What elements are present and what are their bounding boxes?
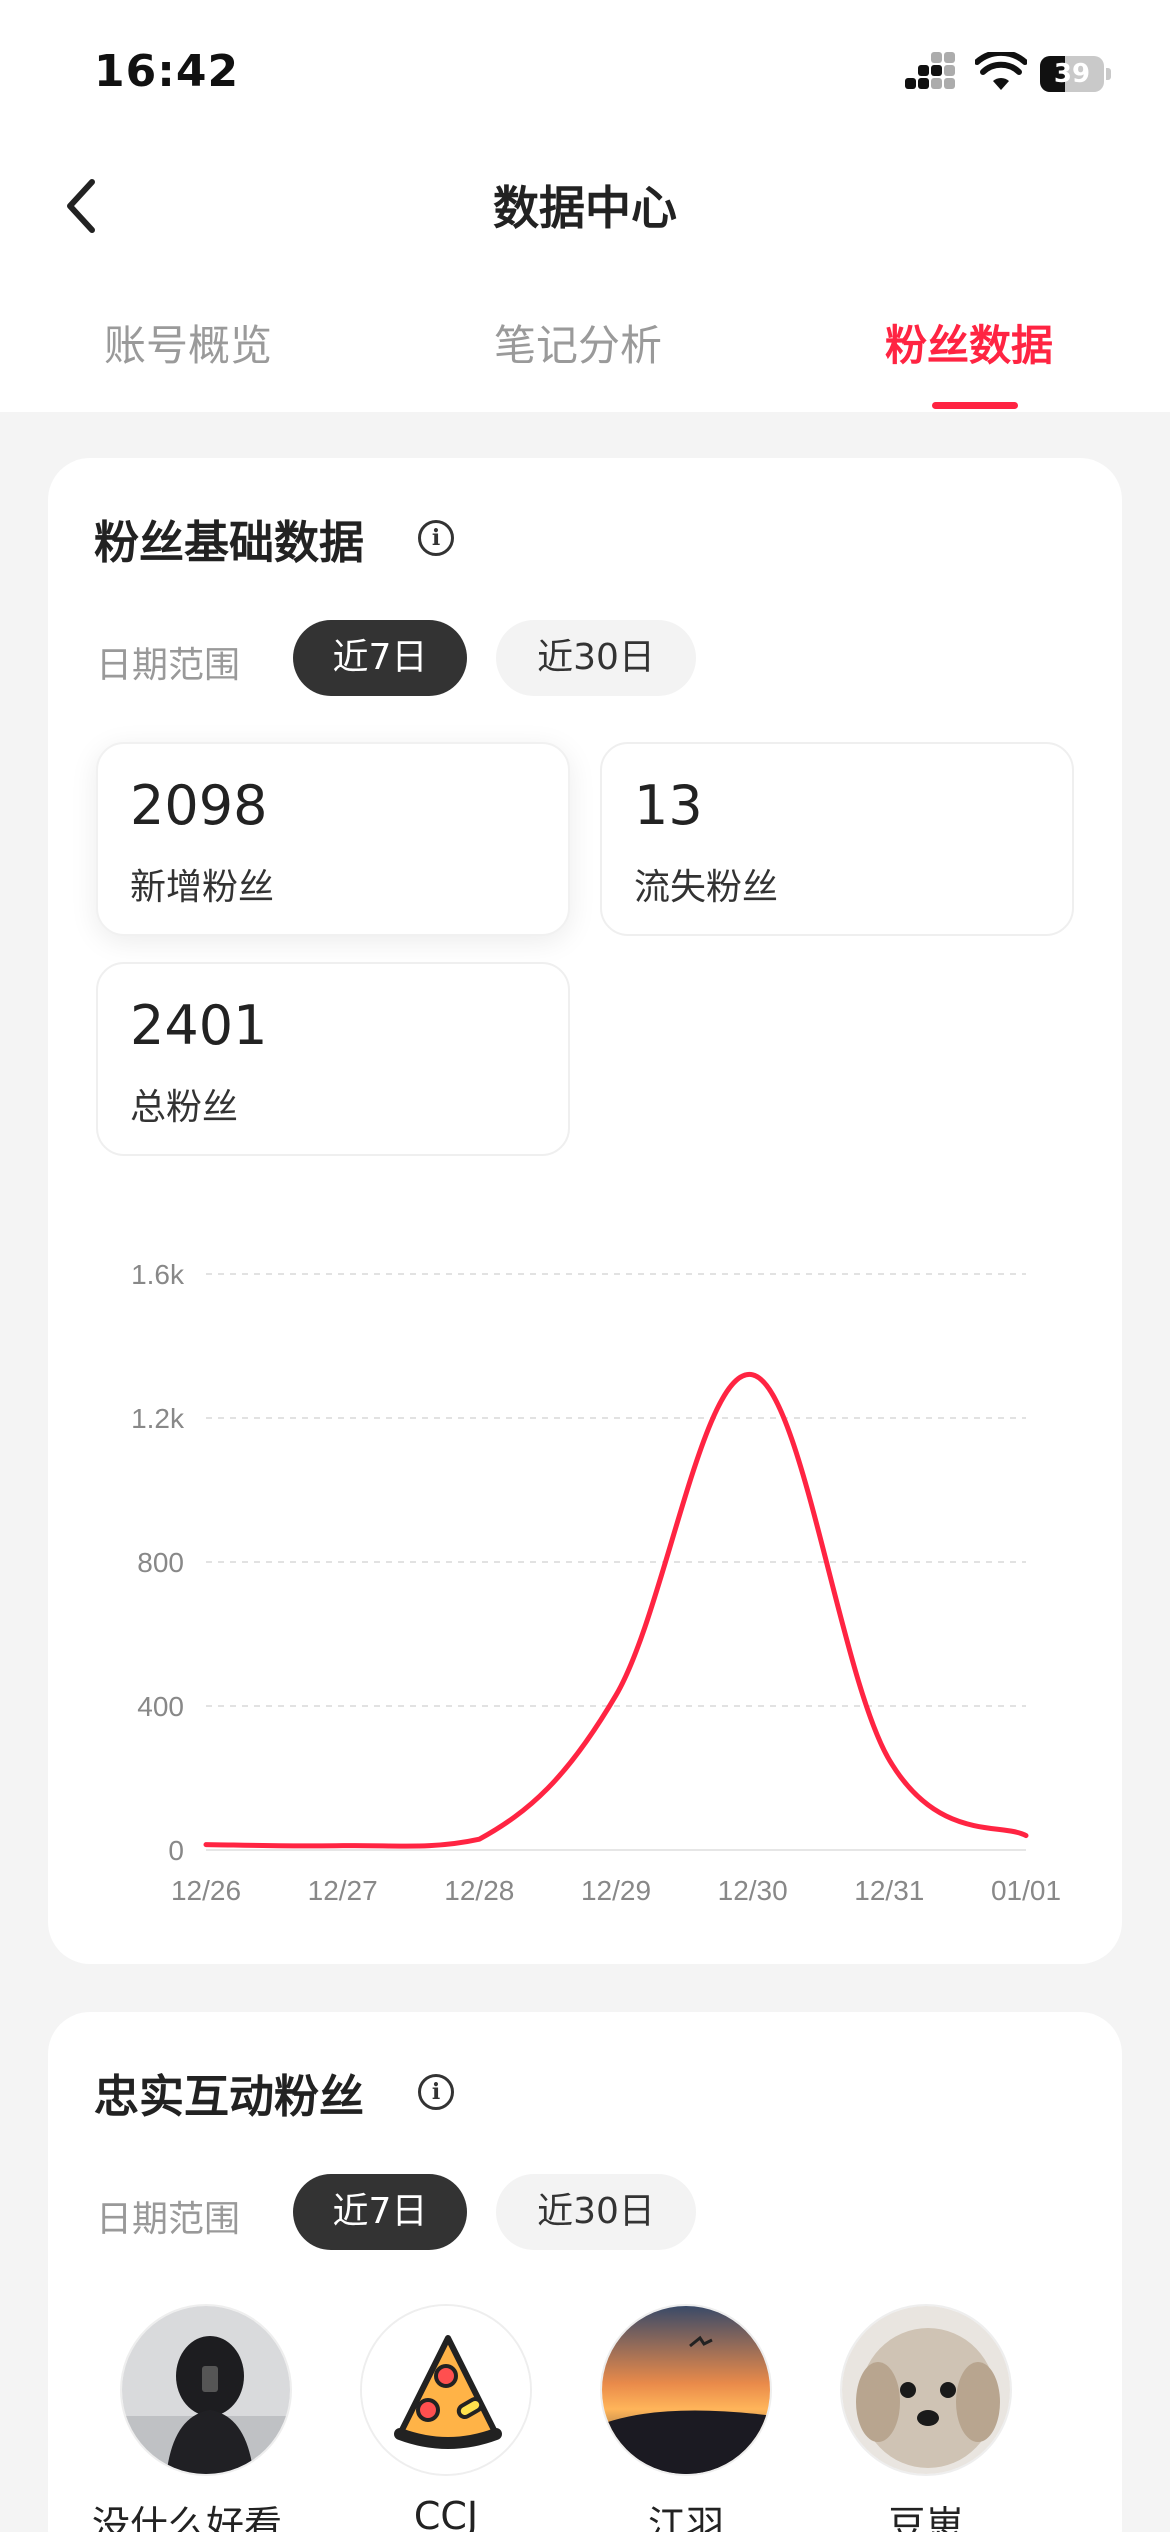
fan-item[interactable]: CCJ xyxy=(360,2304,532,2532)
fan-name: 没什么好看… xyxy=(91,2503,320,2532)
y-tick-label: 1.6k xyxy=(131,1259,185,1290)
avatar xyxy=(840,2304,1012,2476)
avatar xyxy=(120,2304,292,2476)
x-tick-label: 12/26 xyxy=(171,1875,241,1906)
sunset-photo-avatar-icon xyxy=(602,2306,770,2474)
y-tick-label: 0 xyxy=(168,1835,184,1866)
range-7-days-button[interactable]: 近7日 xyxy=(293,2174,467,2250)
x-tick-label: 12/28 xyxy=(444,1875,514,1906)
puppy-photo-avatar-icon xyxy=(842,2306,1010,2474)
active-tab-indicator xyxy=(932,402,1018,409)
header-area: 16:42 39 数据中心 账号概览 笔记分析 粉丝数据 xyxy=(0,0,1170,412)
battery-icon: 39 xyxy=(1040,56,1112,92)
fan-name: 豆崽 xyxy=(887,2503,964,2532)
fan-basic-data-card: 粉丝基础数据 i 日期范围 近7日 近30日 2098 新增粉丝 13 流失粉丝… xyxy=(48,458,1122,1964)
avatar xyxy=(360,2304,532,2476)
wifi-icon xyxy=(975,52,1027,90)
x-tick-label: 12/29 xyxy=(581,1875,651,1906)
avatar xyxy=(600,2304,772,2476)
date-range-label: 日期范围 xyxy=(96,2199,241,2240)
x-tick-label: 01/01 xyxy=(991,1875,1061,1906)
y-tick-label: 1.2k xyxy=(131,1403,185,1434)
series-line xyxy=(203,1372,1029,1849)
x-tick-label: 12/30 xyxy=(718,1875,788,1906)
fan-trend-line-chart: 0 400 800 1.2k 1.6k 12/26 12/27 12/28 12/29 12/30… xyxy=(131,1259,1061,1906)
cellular-signal-icon xyxy=(905,52,955,94)
fan-item[interactable]: 江羽 xyxy=(600,2304,772,2532)
battery-level: 39 xyxy=(1053,59,1091,89)
tab-fan-data[interactable]: 粉丝数据 xyxy=(885,312,1053,373)
fan-name: 江羽 xyxy=(647,2503,724,2532)
y-tick-label: 400 xyxy=(137,1691,184,1722)
pizza-icon xyxy=(362,2306,530,2474)
tab-note-analysis[interactable]: 笔记分析 xyxy=(494,312,662,373)
status-time: 16:42 xyxy=(94,46,240,97)
card-title: 忠实互动粉丝 xyxy=(94,2070,365,2123)
girl-photo-avatar-icon xyxy=(122,2306,290,2474)
y-tick-label: 800 xyxy=(137,1547,184,1578)
fan-item[interactable]: 没什么好看… xyxy=(92,2304,320,2532)
info-icon[interactable]: i xyxy=(418,2074,454,2110)
x-tick-label: 12/27 xyxy=(308,1875,378,1906)
fan-name: CCJ xyxy=(413,2494,479,2532)
page-title: 数据中心 xyxy=(493,181,677,235)
x-tick-label: 12/31 xyxy=(854,1875,924,1906)
range-30-days-button[interactable]: 近30日 xyxy=(496,2174,696,2250)
tab-account-overview[interactable]: 账号概览 xyxy=(104,312,272,373)
fan-item[interactable]: 豆崽 xyxy=(840,2304,1012,2532)
